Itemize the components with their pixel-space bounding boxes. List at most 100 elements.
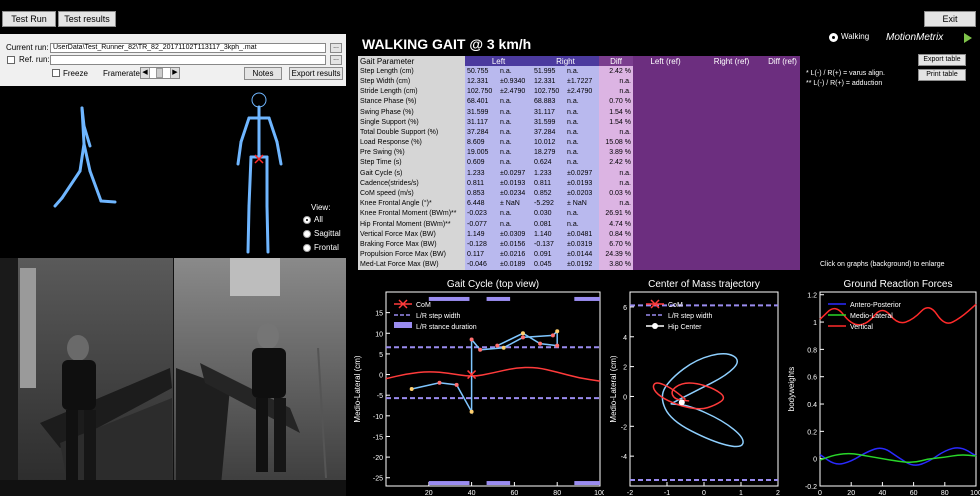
- table-row: Single Support (%) 31.117 n.a. 31.599 n.a. 1.…: [358, 117, 800, 128]
- parameter-cell: Propulsion Force Max (BW): [358, 249, 465, 260]
- diff-ref-cell: [765, 259, 800, 270]
- browse-current-run-button[interactable]: ...: [330, 43, 342, 53]
- view-frontal-radio[interactable]: [303, 244, 311, 252]
- right-ref-cell: [698, 188, 765, 199]
- diff-ref-cell: [765, 178, 800, 189]
- right-sd-cell: n.a.: [565, 157, 599, 169]
- com-trajectory-chart[interactable]: Center of Mass trajectory Medio-Lateral (…: [606, 276, 782, 496]
- x-tick-label: 100: [970, 490, 980, 496]
- left-ref-cell: [633, 239, 698, 250]
- left-value-cell: 12.331: [465, 76, 498, 87]
- foot-point: [454, 382, 459, 387]
- export-table-button[interactable]: Export table: [918, 54, 966, 66]
- stance-duration-bar: [486, 481, 511, 486]
- frontal-skeleton: [236, 105, 283, 254]
- right-ref-cell: [698, 127, 765, 138]
- diff-ref-cell: [765, 76, 800, 87]
- left-sd-cell: ±0.0297: [498, 168, 532, 179]
- left-sd-cell: ±0.9340: [498, 76, 532, 87]
- diff-ref-cell: [765, 208, 800, 219]
- ref-run-field[interactable]: [50, 55, 326, 65]
- diff-ref-cell: [765, 147, 800, 158]
- tab-test-results[interactable]: Test results: [58, 11, 116, 27]
- y-tick-label: -25: [373, 476, 383, 483]
- table-row: Vertical Force Max (BW) 1.149 ±0.0309 1.140…: [358, 229, 800, 240]
- current-run-field[interactable]: UserData\Test_Runner_82\TR_82_20171102T1…: [50, 43, 326, 53]
- left-sd-cell: ±0.0216: [498, 249, 532, 260]
- left-sd-cell: n.a.: [498, 96, 532, 107]
- right-value-cell: 0.091: [532, 249, 565, 260]
- view-all-radio[interactable]: [303, 216, 311, 224]
- walking-radio[interactable]: [829, 33, 838, 42]
- notes-button[interactable]: Notes: [244, 67, 282, 80]
- gait-cycle-chart[interactable]: Gait Cycle (top view) Medio-Lateral (cm) 1…: [350, 276, 604, 496]
- table-row: Stride Length (cm) 102.750 ±2.4790 102.750 ±…: [358, 86, 800, 97]
- parameter-cell: Step Time (s): [358, 157, 465, 169]
- table-row: Hip Frontal Moment (BWm)** -0.077 n.a. 0.08…: [358, 219, 800, 230]
- y-tick-label: -20: [373, 455, 383, 462]
- diff-cell: 0.03 %: [599, 188, 633, 199]
- diff-ref-cell: [765, 96, 800, 107]
- parameter-cell: Knee Frontal Moment (BWm)**: [358, 208, 465, 219]
- y-tick-label: 2: [623, 365, 627, 372]
- framerate-thumb[interactable]: [156, 68, 163, 78]
- right-sd-cell: n.a.: [565, 117, 599, 128]
- right-value-cell: 51.995: [532, 66, 565, 77]
- x-tick-label: -2: [627, 490, 633, 496]
- diff-ref-cell: [765, 157, 800, 169]
- y-tick-label: -0.2: [805, 484, 817, 491]
- ref-run-checkbox[interactable]: [7, 56, 15, 64]
- x-tick-label: 60: [511, 490, 519, 496]
- foot-point: [409, 387, 414, 391]
- right-sd-cell: n.a.: [565, 137, 599, 148]
- left-ref-cell: [633, 117, 698, 128]
- diff-cell: 4.74 %: [599, 219, 633, 230]
- view-sagittal-radio[interactable]: [303, 230, 311, 238]
- framerate-left-arrow-icon[interactable]: ◀: [141, 68, 150, 78]
- ground-reaction-forces-chart[interactable]: Ground Reaction Forces bodyweights 1.2 1 0.8…: [784, 276, 980, 496]
- left-sd-cell: n.a.: [498, 137, 532, 148]
- y-tick-label: -2: [621, 424, 627, 431]
- diff-ref-cell: [765, 127, 800, 138]
- video-feed[interactable]: [0, 258, 346, 496]
- exit-button[interactable]: Exit: [924, 11, 976, 27]
- y-tick-label: -4: [621, 454, 627, 461]
- left-ref-cell: [633, 259, 698, 270]
- framerate-slider[interactable]: ◀ ▶: [140, 67, 180, 79]
- parameter-cell: Swing Phase (%): [358, 106, 465, 118]
- hip-center-marker: [678, 399, 685, 406]
- left-ref-cell: [633, 168, 698, 179]
- y-tick-label: -10: [373, 414, 383, 421]
- diff-ref-cell: [765, 249, 800, 260]
- table-header-row: Gait Parameter Left Right Diff Left (ref…: [358, 56, 800, 67]
- left-value-cell: 50.755: [465, 66, 498, 77]
- diff-cell: n.a.: [599, 198, 633, 209]
- browse-ref-run-button[interactable]: ...: [330, 55, 342, 65]
- print-table-button[interactable]: Print table: [918, 69, 966, 81]
- gait-parameter-table: Gait Parameter Left Right Diff Left (ref…: [358, 56, 800, 270]
- export-results-button[interactable]: Export results: [289, 67, 343, 80]
- brand-logo: MotionMetrix: [886, 32, 944, 43]
- framerate-right-arrow-icon[interactable]: ▶: [170, 68, 179, 78]
- foot-point: [437, 380, 442, 385]
- freeze-checkbox[interactable]: [52, 69, 60, 77]
- tab-test-run[interactable]: Test Run: [2, 11, 56, 27]
- diff-ref-cell: [765, 198, 800, 209]
- skeleton-view[interactable]: View: All Sagittal Frontal: [0, 86, 346, 258]
- diff-cell: n.a.: [599, 168, 633, 179]
- left-ref-cell: [633, 188, 698, 199]
- left-value-cell: -0.046: [465, 259, 498, 270]
- table-row: Swing Phase (%) 31.599 n.a. 31.117 n.a. 1.54 …: [358, 106, 800, 118]
- right-sd-cell: ±0.0481: [565, 229, 599, 240]
- left-sd-cell: n.a.: [498, 127, 532, 138]
- chart-title: Center of Mass trajectory: [648, 279, 760, 290]
- left-ref-cell: [633, 147, 698, 158]
- adduction-note: ** L(-) / R(+) = adduction: [806, 80, 883, 87]
- varus-note: * L(-) / R(+) = varus align.: [806, 70, 885, 77]
- legend-label: L/R step width: [416, 313, 460, 320]
- framerate-label: Framerate: [103, 69, 140, 78]
- parameter-cell: Single Support (%): [358, 117, 465, 128]
- stance-duration-bar: [428, 296, 470, 301]
- table-row: Total Double Support (%) 37.284 n.a. 37.284…: [358, 127, 800, 138]
- left-ref-cell: [633, 86, 698, 97]
